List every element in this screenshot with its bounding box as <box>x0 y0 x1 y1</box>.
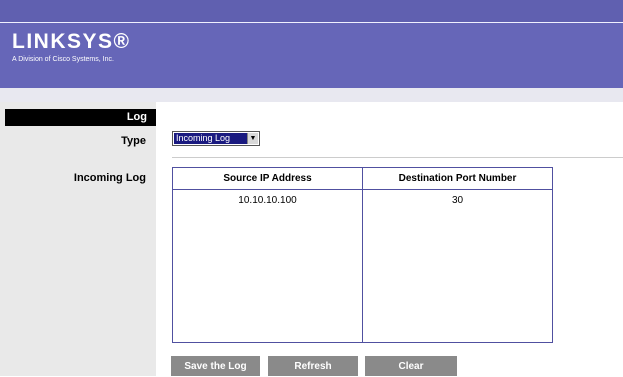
column-header-destination-port: Destination Port Number <box>398 173 517 184</box>
header-banner: LINKSYS® A Division of Cisco Systems, In… <box>0 0 623 88</box>
incoming-log-label: Incoming Log <box>73 172 146 184</box>
logo-text: LINKSYS® <box>12 30 131 53</box>
header-top-band <box>0 0 623 23</box>
source-ip-cell: 10.10.10.100 <box>238 195 297 206</box>
save-log-button[interactable]: Save the Log <box>171 356 260 376</box>
log-type-select[interactable]: Incoming Log ▼ <box>172 131 260 146</box>
linksys-logo: LINKSYS® A Division of Cisco Systems, In… <box>12 30 131 64</box>
column-header-source-ip: Source IP Address <box>223 173 312 184</box>
refresh-button[interactable]: Refresh <box>268 356 358 376</box>
incoming-log-table: Source IP Address Destination Port Numbe… <box>172 167 553 343</box>
table-row: 10.10.10.100 30 <box>173 194 552 208</box>
clear-button[interactable]: Clear <box>365 356 457 376</box>
section-title: Log <box>5 109 156 126</box>
destination-port-cell: 30 <box>451 195 464 206</box>
section-divider <box>172 157 623 158</box>
log-type-select-value: Incoming Log <box>174 133 247 144</box>
type-label: Type <box>121 135 146 147</box>
chevron-down-icon[interactable]: ▼ <box>247 133 258 144</box>
logo-tagline: A Division of Cisco Systems, Inc. <box>12 56 114 63</box>
header-lower-band <box>0 88 623 102</box>
